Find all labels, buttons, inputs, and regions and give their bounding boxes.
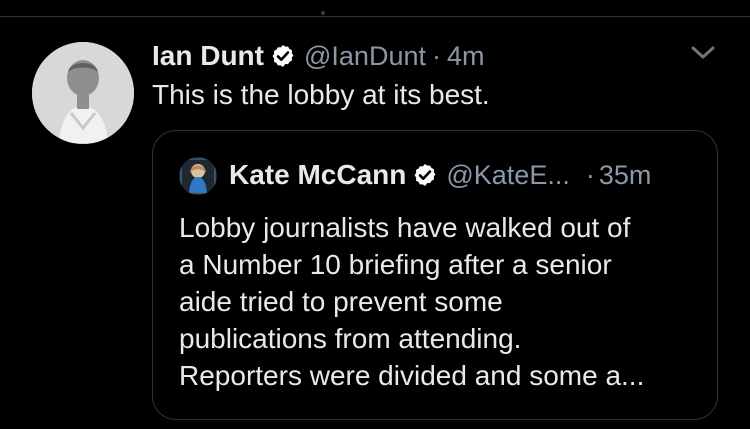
top-divider	[0, 0, 750, 17]
quoted-header: Kate McCann @KateE... · 35m	[229, 155, 651, 195]
quoted-avatar[interactable]	[179, 157, 217, 195]
quoted-text-line-3: aide tried to prevent some	[179, 286, 503, 317]
quoted-text-line-4: publications from attending.	[179, 323, 522, 354]
author-name[interactable]: Ian Dunt	[152, 36, 264, 76]
quoted-tweet-card[interactable]: Kate McCann @KateE... · 35m Lobby journa…	[152, 130, 718, 420]
quoted-author-name[interactable]: Kate McCann	[229, 155, 406, 195]
verified-badge-icon	[412, 162, 438, 188]
avatar[interactable]	[32, 42, 134, 144]
tweet-card[interactable]: Ian Dunt @IanDunt · 4m This is the lobby…	[0, 18, 750, 429]
quoted-header-separator: ·	[585, 160, 595, 190]
thread-dot	[321, 11, 325, 15]
author-handle[interactable]: @IanDunt	[304, 36, 426, 76]
verified-badge-icon	[270, 43, 296, 69]
quoted-text-line-1: Lobby journalists have walked out of	[179, 212, 631, 243]
tweet-header: Ian Dunt @IanDunt · 4m	[152, 36, 485, 76]
tweet-text: This is the lobby at its best.	[152, 79, 490, 110]
chevron-down-icon[interactable]	[688, 40, 718, 64]
quoted-text-line-2: a Number 10 briefing after a senior	[179, 249, 612, 280]
quoted-author-handle[interactable]: @KateE...	[446, 155, 569, 195]
header-separator: ·	[431, 41, 441, 71]
quoted-timestamp[interactable]: 35m	[599, 155, 652, 195]
timestamp[interactable]: 4m	[447, 36, 485, 76]
quoted-text-line-5: Reporters were divided and some a...	[179, 360, 645, 391]
quoted-tweet-text: Lobby journalists have walked out of a N…	[179, 209, 699, 394]
